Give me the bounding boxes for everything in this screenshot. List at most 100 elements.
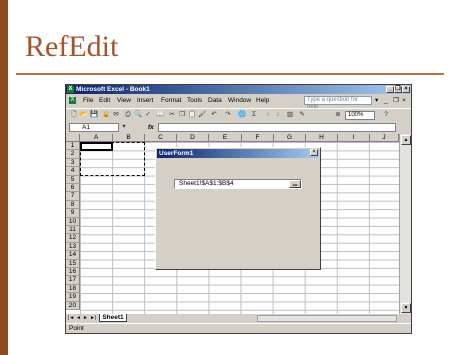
prev-sheet-icon[interactable]: ◄ <box>76 315 81 322</box>
scroll-down-icon[interactable]: ▼ <box>401 303 411 313</box>
menu-insert[interactable]: Insert <box>137 97 153 105</box>
row-header[interactable]: 20 <box>66 301 80 310</box>
chart-wizard-icon[interactable]: ▥ <box>286 111 294 119</box>
row-header[interactable]: 3 <box>66 158 80 168</box>
menu-help[interactable]: Help <box>256 97 269 105</box>
name-box[interactable]: A1 <box>69 123 119 132</box>
format-painter-icon[interactable]: 🖌 <box>198 111 206 119</box>
select-all-corner[interactable] <box>66 134 80 142</box>
row-header[interactable]: 14 <box>66 251 80 260</box>
menu-format[interactable]: Format <box>161 97 182 105</box>
column-header[interactable]: J <box>370 134 399 142</box>
cut-icon[interactable]: ✂ <box>168 111 176 119</box>
restore-button[interactable]: ❐ <box>394 86 402 93</box>
row-header[interactable]: 10 <box>66 217 80 226</box>
horizontal-scrollbar[interactable] <box>257 315 397 322</box>
close-button[interactable]: × <box>402 86 410 93</box>
help-icon[interactable]: ? <box>382 111 390 119</box>
refedit-input[interactable]: Sheet1!$A$1:$B$4 <box>174 179 302 189</box>
excel-logo-icon: X <box>67 86 74 93</box>
print-preview-icon[interactable]: 🔍 <box>134 111 142 119</box>
column-header[interactable]: G <box>274 134 306 142</box>
doc-close-button[interactable]: × <box>402 97 406 105</box>
new-icon[interactable]: 🗋 <box>70 111 78 119</box>
fx-icon[interactable]: fx <box>148 124 154 131</box>
status-bar: Point <box>66 323 411 334</box>
row-header[interactable]: 4 <box>66 167 80 176</box>
row-header[interactable]: 2 <box>66 150 80 159</box>
column-header[interactable]: F <box>242 134 274 142</box>
formula-input[interactable] <box>158 123 396 132</box>
row-header[interactable]: 15 <box>66 259 80 268</box>
column-header[interactable]: A <box>80 134 113 142</box>
name-box-dropdown-icon[interactable]: ▾ <box>120 123 128 131</box>
window-titlebar[interactable]: X Microsoft Excel - Book1 _ ❐ × <box>66 85 411 94</box>
save-icon[interactable]: 💾 <box>90 111 98 119</box>
row-header[interactable]: 6 <box>66 184 80 193</box>
autosum-icon[interactable]: Σ <box>250 111 258 119</box>
column-header[interactable]: C <box>145 134 177 142</box>
active-cell[interactable] <box>80 142 113 151</box>
ask-dropdown-icon[interactable]: ▾ <box>375 97 378 105</box>
first-sheet-icon[interactable]: |◄ <box>68 315 74 322</box>
scroll-up-icon[interactable]: ▲ <box>401 135 411 145</box>
minimize-button[interactable]: _ <box>386 86 394 93</box>
row-header[interactable]: 16 <box>66 268 80 277</box>
menu-edit[interactable]: Edit <box>99 97 110 105</box>
row-header[interactable]: 12 <box>66 234 80 243</box>
menu-file[interactable]: File <box>83 97 93 105</box>
open-icon[interactable]: 📂 <box>80 111 88 119</box>
copy-icon[interactable]: ❐ <box>178 111 186 119</box>
row-header[interactable]: 5 <box>66 175 80 184</box>
row-header[interactable]: 18 <box>66 284 80 294</box>
redo-icon[interactable]: ↷ <box>224 111 232 119</box>
row-header[interactable]: 13 <box>66 242 80 252</box>
title-divider <box>16 73 444 75</box>
vertical-scrollbar[interactable]: ▲ ▼ <box>399 134 411 314</box>
doc-restore-button[interactable]: ❐ <box>393 97 399 105</box>
sort-descending-icon[interactable]: ↓ <box>274 111 282 119</box>
menu-window[interactable]: Window <box>228 97 251 105</box>
ask-question-input[interactable]: Type a question for help <box>304 96 372 110</box>
dialog-close-button[interactable]: × <box>310 149 318 156</box>
standard-toolbar: 🗋 📂 💾 🔒 ✉ ⎙ 🔍 ✓ 📖 ✂ ❐ 📋 🖌 ↶ ↷ 🌐 Σ ↑ ↓ ▥ … <box>66 108 411 122</box>
row-header[interactable]: 17 <box>66 276 80 285</box>
undo-icon[interactable]: ↶ <box>210 111 218 119</box>
dialog-title: UserForm1 <box>159 150 194 157</box>
research-icon[interactable]: 📖 <box>156 111 164 119</box>
last-sheet-icon[interactable]: ►| <box>90 315 96 322</box>
window-title: Microsoft Excel - Book1 <box>76 86 150 93</box>
print-icon[interactable]: ⎙ <box>124 111 132 119</box>
row-header[interactable]: 11 <box>66 226 80 235</box>
zoom-select[interactable]: 100% <box>345 111 375 120</box>
email-icon[interactable]: ✉ <box>112 111 120 119</box>
row-header[interactable]: 7 <box>66 192 80 201</box>
hyperlink-icon[interactable]: 🌐 <box>238 111 246 119</box>
row-header[interactable]: 8 <box>66 200 80 210</box>
sheet-tab-sheet1[interactable]: Sheet1 <box>99 314 127 322</box>
document-icon[interactable]: X <box>69 97 76 104</box>
menu-tools[interactable]: Tools <box>187 97 202 105</box>
permission-icon[interactable]: 🔒 <box>102 111 110 119</box>
menu-view[interactable]: View <box>117 97 131 105</box>
refedit-collapse-button[interactable]: ▁ <box>289 180 301 188</box>
spelling-icon[interactable]: ✓ <box>144 111 152 119</box>
doc-minimize-button[interactable]: _ <box>384 97 388 105</box>
userform-dialog: UserForm1 × Sheet1!$A$1:$B$4 ▁ <box>155 147 321 270</box>
slide-accent-bar <box>0 0 8 355</box>
row-header[interactable]: 1 <box>66 142 80 151</box>
next-sheet-icon[interactable]: ► <box>83 315 88 322</box>
column-header[interactable]: D <box>177 134 209 142</box>
formula-bar: A1 ▾ fx <box>66 122 411 133</box>
column-header[interactable]: B <box>113 134 145 142</box>
row-header[interactable]: 9 <box>66 209 80 218</box>
column-header[interactable]: E <box>209 134 242 142</box>
paste-icon[interactable]: 📋 <box>188 111 196 119</box>
drawing-icon[interactable]: ✎ <box>298 111 306 119</box>
row-header[interactable]: 19 <box>66 293 80 302</box>
sort-ascending-icon[interactable]: ↑ <box>264 111 272 119</box>
column-header[interactable]: I <box>338 134 370 142</box>
dialog-titlebar[interactable]: UserForm1 <box>157 149 319 158</box>
menu-data[interactable]: Data <box>208 97 222 105</box>
column-header[interactable]: H <box>306 134 338 142</box>
